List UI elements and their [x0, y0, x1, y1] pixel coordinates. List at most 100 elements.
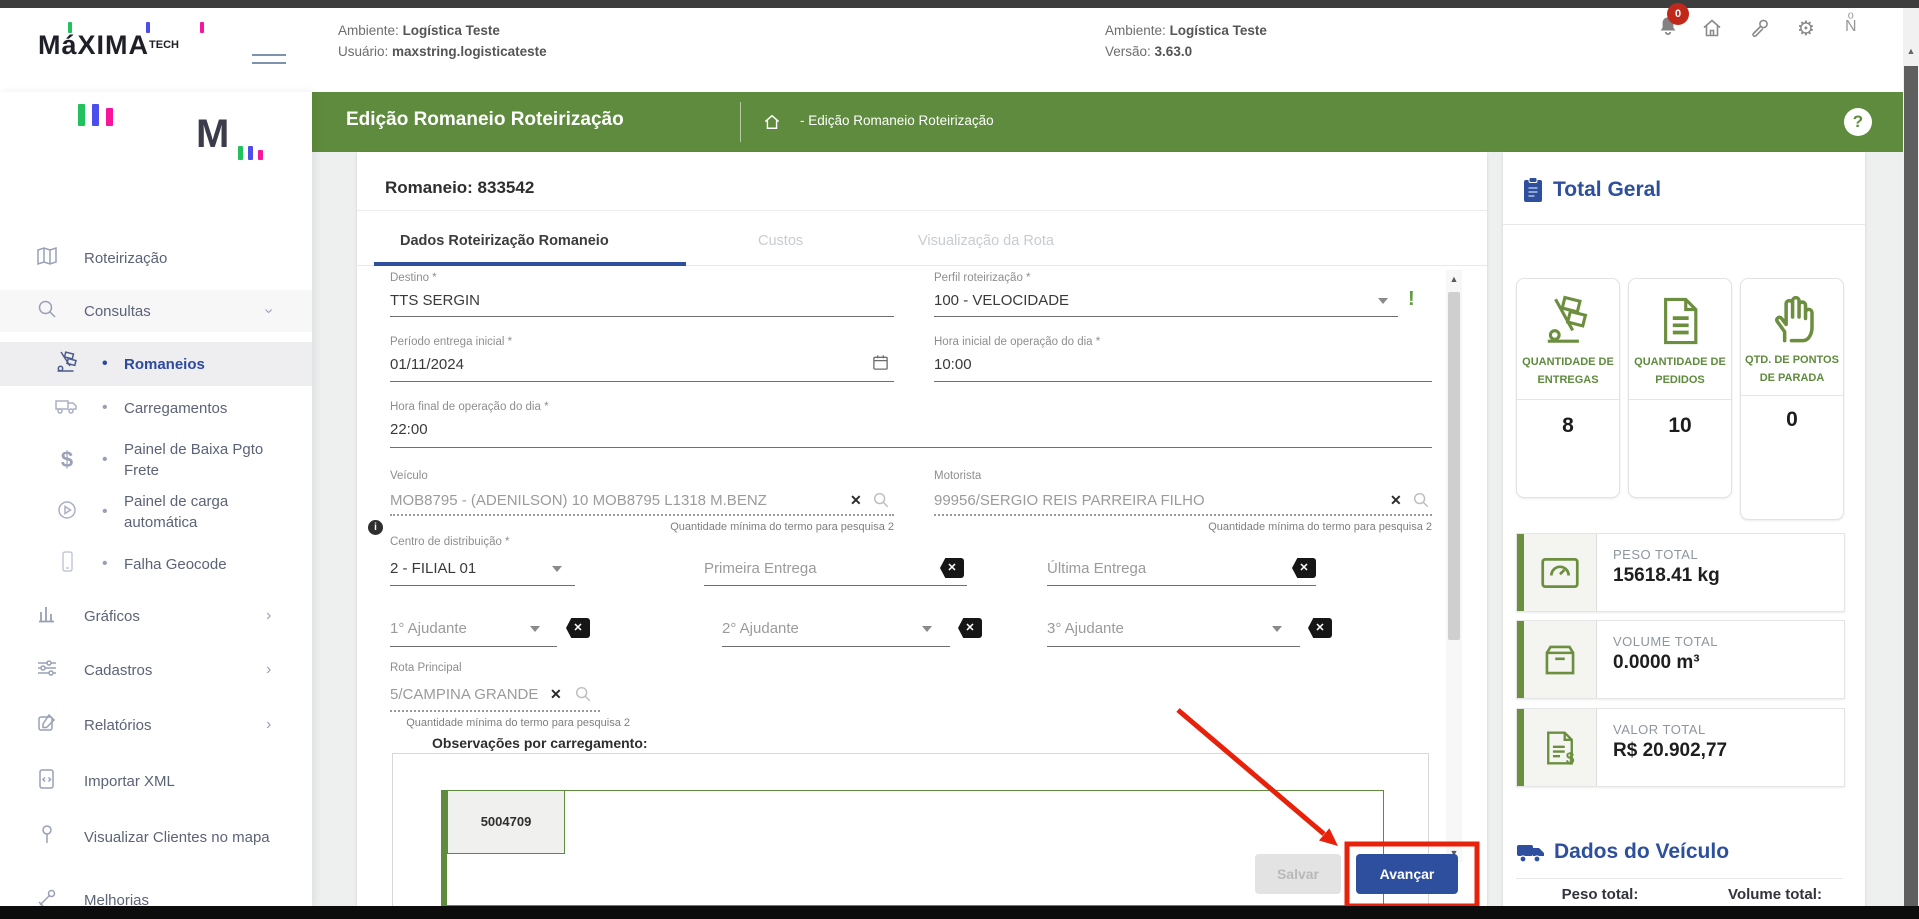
sidebar-item-relatorios[interactable]: Relatórios ›	[0, 704, 312, 746]
watermark-m-logo: M	[196, 112, 229, 157]
calendar-icon[interactable]	[872, 354, 889, 376]
sidebar-item-painel-baixa-pgto-frete[interactable]: $ • Painel de Baixa Pgto Frete	[0, 436, 312, 484]
green-accent-bar	[1517, 709, 1524, 786]
rota-input[interactable]: 5/CAMPINA GRANDE	[390, 686, 538, 703]
scroll-up-icon[interactable]: ▲	[1446, 274, 1462, 284]
entregas-card: QUANTIDADE DE ENTREGAS 8	[1516, 278, 1620, 498]
ajudante3-dropdown-icon[interactable]	[1272, 626, 1282, 632]
breadcrumb-home-icon[interactable]	[762, 112, 782, 137]
perfil-dropdown-icon[interactable]	[1378, 298, 1388, 304]
sidebar-item-label: Carregamentos	[124, 398, 284, 419]
logo-text: MáXIMA	[38, 30, 149, 60]
sidebar-item-importar-xml[interactable]: Importar XML	[0, 760, 312, 802]
veiculo-clear-icon[interactable]: ✕	[850, 492, 862, 509]
pedidos-label: QUANTIDADE DE PEDIDOS	[1629, 354, 1731, 389]
help-button[interactable]: ?	[1844, 108, 1872, 136]
version-info: Ambiente: Logística Teste Versão: 3.63.0	[1105, 20, 1267, 62]
total-geral-divider	[1503, 224, 1865, 225]
motorista-clear-icon[interactable]: ✕	[1390, 492, 1402, 509]
veiculo-helper-text: Quantidade mínima do termo para pesquisa…	[534, 521, 894, 533]
sidebar-item-romaneios[interactable]: • Romaneios	[0, 342, 312, 386]
hora-final-input[interactable]: 22:00	[390, 421, 428, 438]
sidebar-item-label: Consultas	[84, 301, 274, 322]
tab-visualizacao-rota[interactable]: Visualização da Rota	[918, 233, 1054, 249]
sliders-icon	[34, 656, 60, 684]
ambiente2-label: Ambiente:	[1105, 23, 1166, 38]
form-scrollbar[interactable]: ▲ ▼	[1446, 270, 1462, 862]
sidebar-item-visualizar-clientes-mapa[interactable]: Visualizar Clientes no mapa	[0, 810, 312, 864]
peso-total-row: PESO TOTAL 15618.41 kg	[1516, 533, 1845, 612]
motorista-label: Motorista	[934, 470, 981, 482]
sidebar-item-roteirizacao[interactable]: Roteirização	[0, 240, 312, 276]
observacoes-carregamento-tab[interactable]: 5004709	[447, 790, 565, 854]
page-scrollbar-thumb[interactable]	[1904, 66, 1918, 914]
tools-wrench-icon[interactable]	[1748, 16, 1772, 45]
veiculo-search-icon[interactable]	[872, 491, 890, 514]
logo-green-bar	[68, 22, 72, 33]
primeira-entrega-input[interactable]: Primeira Entrega	[704, 560, 817, 577]
sidebar-item-label: Visualizar Clientes no mapa	[84, 827, 274, 848]
motorista-search-icon[interactable]	[1412, 491, 1430, 514]
total-geral-heading: Total Geral	[1553, 178, 1661, 202]
truck-blue-icon	[1516, 842, 1546, 869]
page-scrollbar[interactable]: ▲	[1903, 8, 1919, 919]
sidebar-item-painel-carga-automatica[interactable]: • Painel de carga automática	[0, 488, 312, 536]
destino-input[interactable]: TTS SERGIN	[390, 292, 480, 309]
rota-search-icon[interactable]	[574, 685, 592, 708]
info-icon[interactable]: i	[368, 520, 383, 535]
dados-veiculo-divider	[1516, 878, 1843, 879]
sidebar: M Roteirização Consultas › • Romaneios •…	[0, 92, 312, 906]
maxima-tech-logo[interactable]: MáXIMATECH	[38, 30, 179, 61]
peso-total-label: PESO TOTAL	[1613, 547, 1720, 562]
centro-underline	[390, 585, 575, 586]
app-header: MáXIMATECH Ambiente: Logística Teste Usu…	[0, 8, 1919, 92]
chevron-right-icon: ›	[266, 661, 271, 679]
veiculo-input[interactable]: MOB8795 - (ADENILSON) 10 MOB8795 L1318 M…	[390, 492, 767, 509]
volume-total-value: 0.0000 m³	[1613, 652, 1718, 674]
ajudante1-underline	[390, 646, 557, 647]
tab-custos[interactable]: Custos	[758, 233, 803, 249]
centro-dropdown-icon[interactable]	[552, 566, 562, 572]
tab-dados-roteirizacao[interactable]: Dados Roteirização Romaneio	[400, 233, 609, 249]
centro-select[interactable]: 2 - FILIAL 01	[390, 560, 476, 577]
motorista-dotted-underline	[934, 514, 1432, 516]
perfil-label: Perfil roteirização *	[934, 272, 1031, 284]
breadcrumb: - Edição Romaneio Roteirização	[800, 113, 994, 128]
menu-toggle-icon[interactable]	[252, 48, 286, 68]
sidebar-item-consultas[interactable]: Consultas ›	[0, 290, 312, 332]
sidebar-item-cadastros[interactable]: Cadastros ›	[0, 650, 312, 690]
motorista-input[interactable]: 99956/SERGIO REIS PARREIRA FILHO	[934, 492, 1205, 509]
pontos-parada-value: 0	[1741, 396, 1843, 432]
watermark-green-bar	[78, 104, 85, 126]
observacoes-textarea[interactable]	[441, 790, 1384, 906]
periodo-input[interactable]: 01/11/2024	[390, 356, 464, 373]
notifications-bell-icon[interactable]: 0	[1655, 12, 1681, 45]
avancar-button[interactable]: Avançar	[1356, 854, 1458, 894]
clipboard-icon	[1521, 176, 1545, 209]
ajudante1-dropdown-icon[interactable]	[530, 626, 540, 632]
sidebar-item-graficos[interactable]: Gráficos ›	[0, 596, 312, 636]
sidebar-item-carregamentos[interactable]: • Carregamentos	[0, 388, 312, 428]
page-scroll-up-icon[interactable]: ▲	[1903, 46, 1919, 56]
n-brand-icon[interactable]: Nͦ	[1845, 18, 1857, 36]
watermark-blue-bar	[92, 104, 99, 126]
ajudante2-select[interactable]: 2° Ajudante	[722, 620, 799, 637]
ajudante1-select[interactable]: 1° Ajudante	[390, 620, 467, 637]
salvar-button[interactable]: Salvar	[1255, 854, 1341, 894]
sidebar-item-falha-geocode[interactable]: • Falha Geocode	[0, 544, 312, 584]
home-icon[interactable]	[1700, 16, 1724, 45]
perfil-select[interactable]: 100 - VELOCIDADE	[934, 292, 1069, 309]
total-geral-panel	[1503, 152, 1865, 906]
sidebar-item-label: Painel de carga automática	[124, 491, 284, 533]
ajudante2-dropdown-icon[interactable]	[922, 626, 932, 632]
ajudante3-select[interactable]: 3° Ajudante	[1047, 620, 1124, 637]
ultima-entrega-input[interactable]: Última Entrega	[1047, 560, 1146, 577]
rota-label: Rota Principal	[390, 662, 462, 674]
hora-inicial-input[interactable]: 10:00	[934, 356, 972, 373]
logo-blue-bar	[146, 22, 150, 33]
watermark-pink-bar	[106, 108, 113, 126]
veiculo-dotted-underline	[390, 514, 894, 516]
rota-clear-icon[interactable]: ✕	[550, 686, 562, 703]
form-scrollbar-thumb[interactable]	[1448, 292, 1460, 640]
settings-gear-icon[interactable]: ⚙	[1797, 16, 1815, 40]
